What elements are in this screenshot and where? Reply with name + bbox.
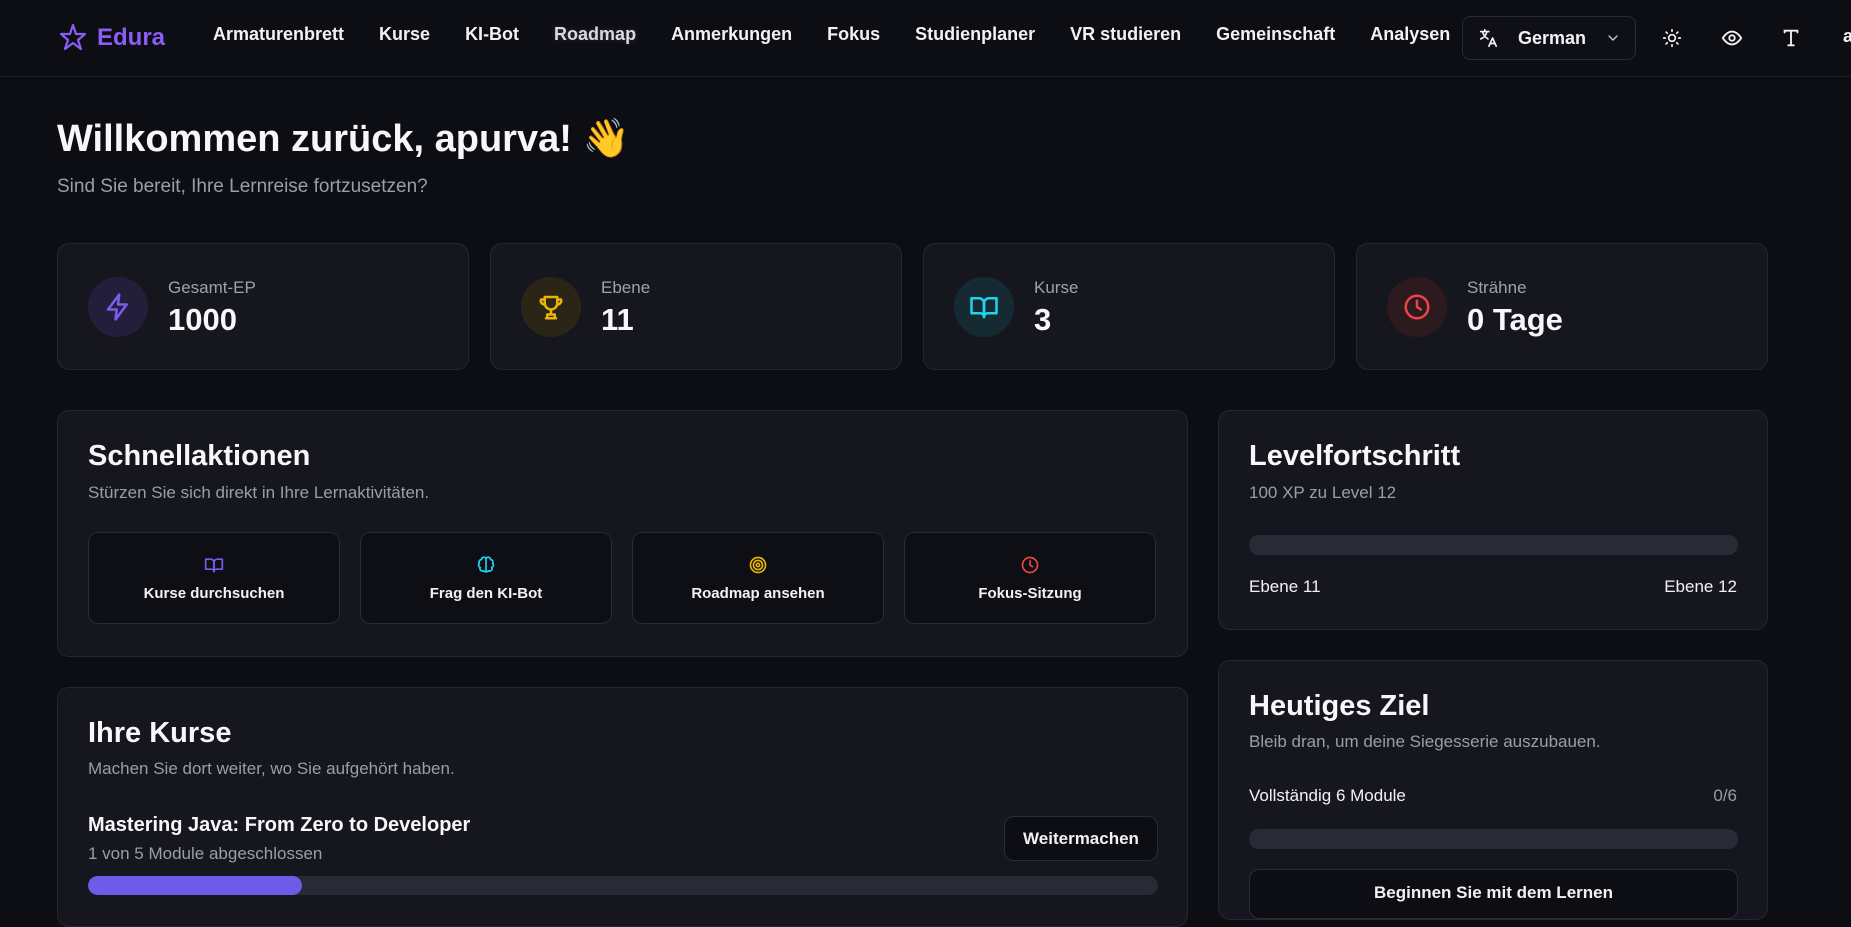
ask-ai-bot-button[interactable]: Frag den KI-Bot (360, 532, 612, 624)
sparkle-logo-icon (59, 23, 87, 51)
stat-value: 0 Tage (1467, 302, 1563, 337)
page-subtitle: Sind Sie bereit, Ihre Lernreise fortzuse… (57, 176, 428, 197)
nav-link-vr-study[interactable]: VR studieren (1070, 24, 1181, 45)
font-size-button[interactable] (1775, 22, 1807, 54)
eye-icon (1721, 30, 1743, 46)
card-subtitle: 100 XP zu Level 12 (1249, 483, 1397, 502)
sun-icon (1662, 28, 1682, 48)
course-name[interactable]: Mastering Java: From Zero to Developer (88, 814, 470, 837)
stat-card-courses: Kurse 3 (923, 243, 1335, 370)
quick-action-label: Kurse durchsuchen (143, 584, 285, 602)
book-open-icon (954, 277, 1014, 337)
nav-link-study-planner[interactable]: Studienplaner (915, 24, 1035, 45)
nav-link-notes[interactable]: Anmerkungen (671, 24, 792, 45)
card-subtitle: Bleib dran, um deine Siegesserie auszuba… (1249, 732, 1601, 751)
card-subtitle: Stürzen Sie sich direkt in Ihre Lernakti… (88, 483, 430, 502)
nav-link-dashboard[interactable]: Armaturenbrett (213, 24, 344, 45)
stat-value: 3 (1034, 302, 1052, 337)
card-subtitle: Machen Sie dort weiter, wo Sie aufgehört… (88, 759, 455, 778)
card-title: Levelfortschritt (1249, 440, 1461, 472)
stat-value: 11 (601, 302, 634, 337)
book-open-icon (204, 557, 224, 572)
brand-name: Edura (97, 24, 166, 51)
nav-link-courses[interactable]: Kurse (379, 24, 430, 45)
goal-count: 0/6 (1713, 786, 1737, 805)
nav-link-community[interactable]: Gemeinschaft (1216, 24, 1335, 45)
card-title: Heutiges Ziel (1249, 690, 1430, 722)
clock-icon (1387, 277, 1447, 337)
stat-card-level: Ebene 11 (490, 243, 902, 370)
theme-toggle-button[interactable] (1656, 22, 1688, 54)
stat-card-streak: Strähne 0 Tage (1356, 243, 1768, 370)
goal-task-label: Vollständig 6 Module (1249, 786, 1406, 805)
stat-value: 1000 (168, 302, 237, 337)
brain-icon (477, 555, 495, 573)
quick-action-label: Frag den KI-Bot (429, 584, 543, 602)
nav-overflow-text[interactable]: a (1843, 26, 1851, 47)
current-level-label: Ebene 11 (1249, 577, 1321, 596)
stat-label: Ebene (601, 278, 651, 297)
lightning-icon (88, 277, 148, 337)
page-title: Willkommen zurück, apurva! 👋 (57, 118, 630, 160)
start-learning-button[interactable]: Beginnen Sie mit dem Lernen (1249, 869, 1738, 919)
trophy-icon (521, 277, 581, 337)
top-navbar: Edura Armaturenbrett Kurse KI-Bot Roadma… (0, 0, 1851, 77)
brand-logo[interactable]: Edura (57, 21, 165, 55)
nav-link-ai-bot[interactable]: KI-Bot (465, 24, 519, 45)
chevron-down-icon (1608, 35, 1618, 41)
goal-progress-bar (1249, 829, 1738, 849)
progress-fill (88, 876, 302, 895)
nav-link-roadmap[interactable]: Roadmap (554, 24, 636, 45)
text-type-icon (1783, 29, 1799, 47)
level-progress-bar (1249, 535, 1738, 555)
translate-icon (1479, 28, 1498, 48)
nav-links: Armaturenbrett Kurse KI-Bot Roadmap Anme… (213, 24, 1450, 45)
focus-session-button[interactable]: Fokus-Sitzung (904, 532, 1156, 624)
browse-courses-button[interactable]: Kurse durchsuchen (88, 532, 340, 624)
continue-course-button[interactable]: Weitermachen (1004, 816, 1158, 861)
language-select[interactable]: German (1462, 16, 1636, 60)
stat-label: Strähne (1467, 278, 1527, 297)
todays-goal-card: Heutiges Ziel Bleib dran, um deine Siege… (1218, 660, 1768, 920)
card-title: Ihre Kurse (88, 717, 232, 749)
clock-icon (1021, 556, 1039, 573)
stat-card-total-xp: Gesamt-EP 1000 (57, 243, 469, 370)
stat-label: Gesamt-EP (168, 278, 256, 297)
quick-action-label: Roadmap ansehen (691, 584, 825, 602)
course-progress-bar (88, 876, 1158, 895)
course-status: 1 von 5 Module abgeschlossen (88, 844, 323, 863)
quick-actions-card: Schnellaktionen Stürzen Sie sich direkt … (57, 410, 1188, 657)
stat-label: Kurse (1034, 278, 1079, 297)
visibility-button[interactable] (1716, 22, 1748, 54)
view-roadmap-button[interactable]: Roadmap ansehen (632, 532, 884, 624)
language-label: German (1517, 27, 1587, 48)
your-courses-card: Ihre Kurse Machen Sie dort weiter, wo Si… (57, 687, 1188, 927)
nav-link-focus[interactable]: Fokus (827, 24, 880, 45)
next-level-label: Ebene 12 (1664, 577, 1737, 596)
target-icon (749, 556, 767, 573)
nav-link-analytics[interactable]: Analysen (1370, 24, 1450, 45)
card-title: Schnellaktionen (88, 440, 311, 472)
level-progress-card: Levelfortschritt 100 XP zu Level 12 Eben… (1218, 410, 1768, 630)
quick-action-label: Fokus-Sitzung (978, 584, 1082, 602)
